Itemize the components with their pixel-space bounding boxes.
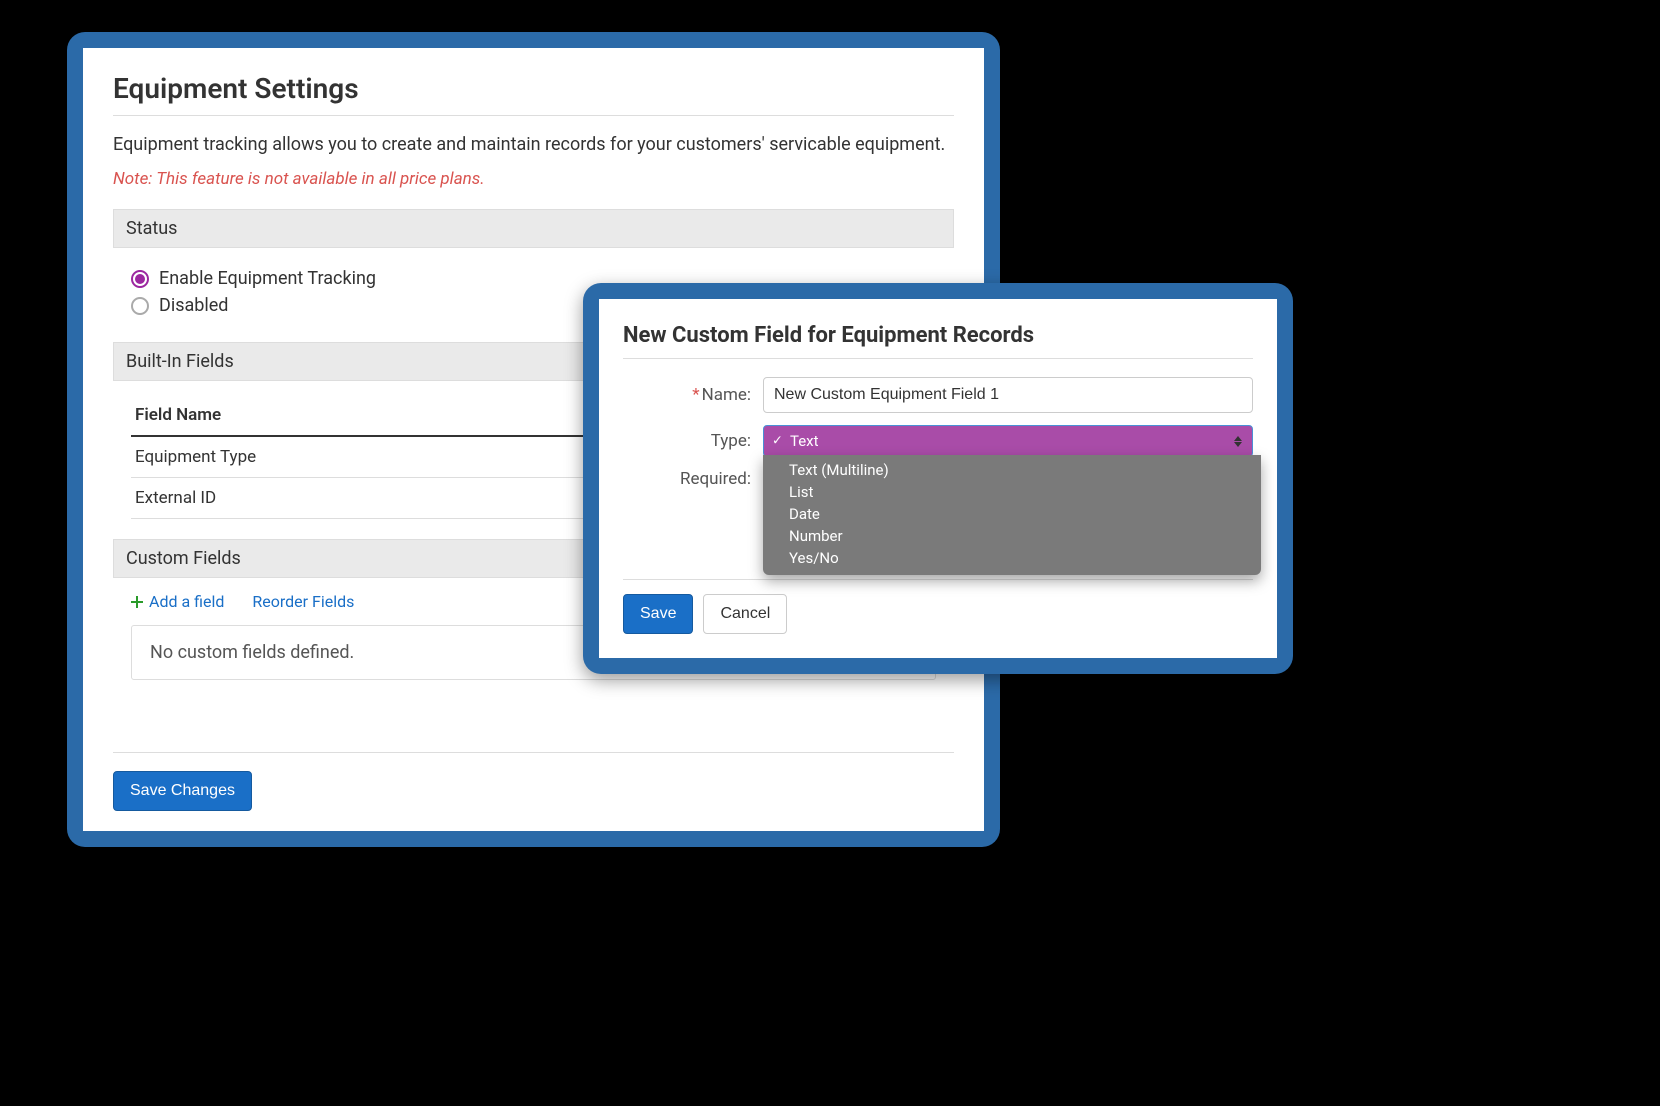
- reorder-label: Reorder Fields: [252, 592, 354, 611]
- type-label: Type:: [623, 431, 763, 451]
- type-option[interactable]: List: [763, 481, 1261, 503]
- plus-icon: [131, 596, 143, 608]
- name-label: *Name:: [623, 385, 763, 405]
- intro-text: Equipment tracking allows you to create …: [113, 134, 954, 155]
- form-row-type: Type: ✓ Text Text (Multiline) List Date …: [623, 425, 1253, 457]
- type-dropdown-menu: Text (Multiline) List Date Number Yes/No: [763, 455, 1261, 575]
- note-text: Note: This feature is not available in a…: [113, 169, 954, 189]
- page-title: Equipment Settings: [113, 72, 954, 116]
- cell-name: Equipment Type: [131, 436, 614, 478]
- settings-footer: Save Changes: [113, 734, 954, 811]
- type-option[interactable]: Number: [763, 525, 1261, 547]
- modal-actions: Save Cancel: [623, 594, 1253, 634]
- form-row-name: *Name:: [623, 377, 1253, 413]
- radio-icon: [131, 297, 149, 315]
- modal-title: New Custom Field for Equipment Records: [623, 323, 1253, 359]
- radio-label: Enable Equipment Tracking: [159, 268, 376, 289]
- reorder-fields-link[interactable]: Reorder Fields: [252, 592, 354, 611]
- check-icon: ✓: [772, 434, 783, 449]
- modal-frame: New Custom Field for Equipment Records *…: [583, 283, 1293, 674]
- footer-divider: [113, 752, 954, 753]
- type-option[interactable]: Text (Multiline): [763, 459, 1261, 481]
- modal-divider: [623, 579, 1253, 580]
- save-changes-button[interactable]: Save Changes: [113, 771, 252, 811]
- radio-icon: [131, 270, 149, 288]
- name-input[interactable]: [763, 377, 1253, 413]
- stepper-icon: [1234, 432, 1248, 450]
- required-label: Required:: [623, 469, 763, 489]
- add-field-link[interactable]: Add a field: [131, 592, 224, 611]
- type-option[interactable]: Date: [763, 503, 1261, 525]
- new-custom-field-modal: New Custom Field for Equipment Records *…: [599, 299, 1277, 658]
- type-select[interactable]: ✓ Text Text (Multiline) List Date Number…: [763, 425, 1253, 457]
- cancel-button[interactable]: Cancel: [703, 594, 787, 634]
- add-field-label: Add a field: [149, 592, 224, 611]
- status-section-header: Status: [113, 209, 954, 248]
- col-field-name: Field Name: [131, 395, 614, 436]
- required-star-icon: *: [692, 385, 699, 405]
- type-option[interactable]: Yes/No: [763, 547, 1261, 569]
- save-button[interactable]: Save: [623, 594, 693, 634]
- radio-label: Disabled: [159, 295, 228, 316]
- type-select-display: ✓ Text: [763, 425, 1253, 457]
- cell-name: External ID: [131, 478, 614, 519]
- type-selected-value: Text: [790, 432, 819, 450]
